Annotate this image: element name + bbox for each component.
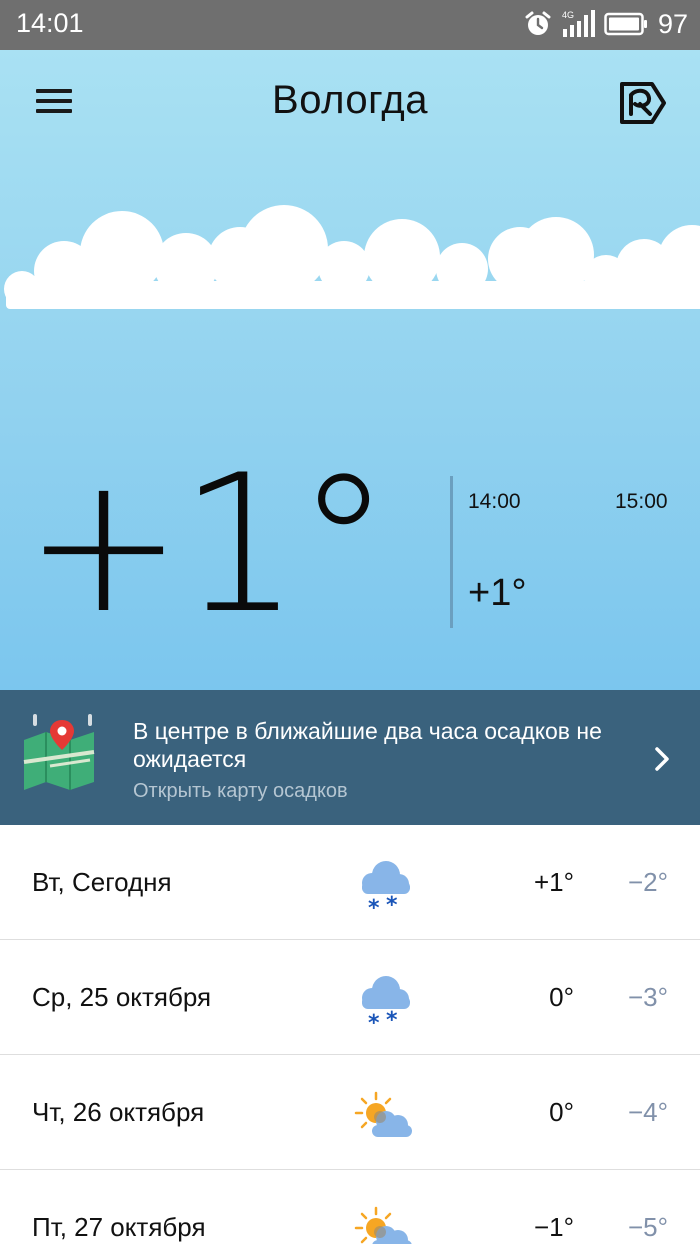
hourly-temp: +1° <box>468 572 527 614</box>
forecast-high-temp: 0° <box>549 982 574 1012</box>
battery-icon <box>604 12 647 36</box>
clouds-illustration <box>4 205 700 309</box>
forecast-day: Чт, 26 октября <box>32 1097 205 1127</box>
chevron-right-icon <box>655 747 669 771</box>
hourly-divider <box>450 476 453 628</box>
forecast-row[interactable]: Ср, 25 октября * * 0° −3° <box>0 940 700 1055</box>
svg-text:*: * <box>386 1008 398 1032</box>
forecast-high-temp: −1° <box>533 1212 574 1242</box>
forecast-row[interactable]: Чт, 26 октября 0° −4° <box>0 1055 700 1170</box>
alarm-icon <box>525 11 551 35</box>
map-icon <box>23 714 95 790</box>
svg-text:*: * <box>368 896 380 917</box>
svg-text:*: * <box>368 1011 380 1032</box>
city-title[interactable]: Вологда <box>0 78 700 123</box>
precipitation-map-link[interactable]: Открыть карту осадков <box>133 780 348 803</box>
status-bar: 14:01 4G 97 <box>0 0 700 50</box>
svg-text:*: * <box>386 893 398 917</box>
yandex-weather-logo-icon[interactable] <box>618 80 668 126</box>
status-time: 14:01 <box>16 8 84 38</box>
forecast-high-temp: +1° <box>533 867 574 897</box>
precipitation-message: В центре в ближайшие два часа осадков не… <box>133 718 602 772</box>
forecast-row[interactable]: Вт, Сегодня * * +1° −2° <box>0 825 700 940</box>
forecast-row[interactable]: Пт, 27 октября −1° −5° <box>0 1170 700 1244</box>
partly-cloudy-icon <box>354 1206 412 1244</box>
signal-icon: 4G <box>562 10 595 37</box>
status-icons: 4G 97 <box>524 8 688 40</box>
hourly-time: 15:00 <box>615 490 668 513</box>
precipitation-banner[interactable]: В центре в ближайшие два часа осадков не… <box>0 690 700 825</box>
forecast-low-temp: −5° <box>627 1212 668 1242</box>
forecast-day: Вт, Сегодня <box>32 867 172 897</box>
snow-cloud-icon: * * <box>362 861 410 917</box>
forecast-day: Ср, 25 октября <box>32 982 212 1012</box>
forecast-day: Пт, 27 октября <box>32 1212 206 1242</box>
forecast-low-temp: −3° <box>627 982 668 1012</box>
snow-cloud-icon: * * <box>362 976 410 1032</box>
battery-level: 97 <box>657 8 688 39</box>
forecast-high-temp: 0° <box>549 1097 574 1127</box>
partly-cloudy-icon <box>354 1091 412 1137</box>
forecast-low-temp: −4° <box>627 1097 668 1127</box>
hourly-time: 14:00 <box>468 490 521 513</box>
current-temperature: +1° <box>24 434 391 655</box>
network-type: 4G <box>562 10 574 20</box>
forecast-low-temp: −2° <box>627 867 668 897</box>
daily-forecast-list: Вт, Сегодня * * +1° −2° Ср, 25 октября *… <box>0 825 700 1244</box>
current-weather-panel: Вологда +1° 14:00 15:00 +1° <box>0 50 700 690</box>
